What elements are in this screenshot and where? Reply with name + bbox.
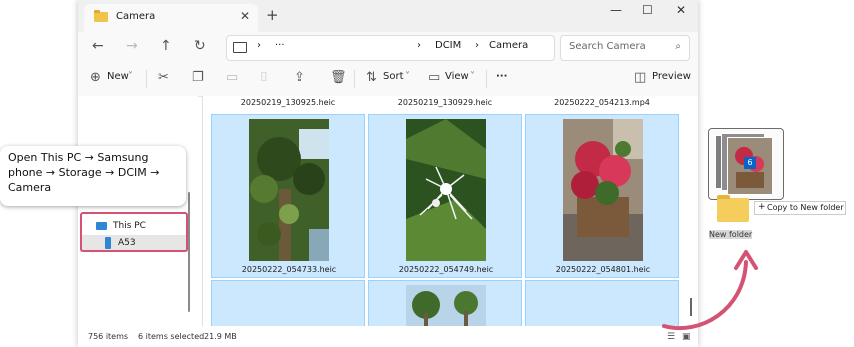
- file-tile[interactable]: 20250222_054749.heic: [368, 114, 522, 278]
- drag-arrow-icon: [662, 250, 758, 331]
- view-button[interactable]: View: [445, 71, 469, 82]
- back-button[interactable]: ←: [92, 38, 104, 54]
- file-name: 20250222_054749.heic: [398, 265, 494, 274]
- folder-icon: [94, 10, 108, 22]
- close-button[interactable]: ✕: [676, 3, 686, 17]
- search-input[interactable]: Search Camera: [569, 41, 646, 52]
- new-tab-button[interactable]: +: [266, 6, 279, 24]
- copy-tooltip-text: Copy to New folder: [767, 203, 844, 212]
- selected-size: 21.9 MB: [204, 332, 237, 341]
- tab-title: Camera: [116, 11, 156, 22]
- maximize-button[interactable]: ☐: [642, 3, 653, 17]
- copy-icon[interactable]: ❐: [192, 70, 204, 85]
- address-bar[interactable]: › ··· › DCIM › Camera: [226, 35, 555, 61]
- plus-icon: ⊕: [90, 70, 101, 85]
- chevron-down-icon: ˅: [405, 71, 410, 82]
- flower-photo: [406, 119, 486, 261]
- paste-icon[interactable]: ▭: [226, 70, 238, 85]
- address-bar-row: ← → ↑ ↻ › ··· › DCIM › Camera Search Cam…: [78, 32, 698, 62]
- chevron-right-icon: ›: [257, 40, 261, 51]
- file-name: 20250222_054213.mp4: [554, 98, 650, 107]
- file-tile[interactable]: [368, 280, 522, 326]
- photo-thumbnail: [406, 119, 486, 261]
- file-name: 20250219_130929.heic: [397, 98, 493, 107]
- file-name: 20250222_054801.heic: [555, 265, 651, 274]
- view-icon: ▭: [428, 70, 441, 85]
- photo-thumbnail: [249, 119, 329, 261]
- file-grid: 20250219_130925.heic 20250219_130929.hei…: [203, 96, 698, 326]
- folder-icon[interactable]: [717, 195, 749, 222]
- chevron-right-icon: ›: [475, 40, 479, 51]
- drag-preview: 6: [708, 128, 784, 200]
- breadcrumb-dcim[interactable]: DCIM: [435, 40, 461, 51]
- cut-icon[interactable]: ✂: [158, 70, 169, 85]
- nav-highlight-box: [80, 212, 188, 252]
- new-folder-label[interactable]: New folder: [709, 230, 753, 239]
- delete-icon[interactable]: 🗑: [330, 70, 347, 85]
- plus-icon: +: [758, 202, 766, 212]
- more-options-button[interactable]: ···: [496, 71, 507, 82]
- chevron-down-icon: ˅: [470, 71, 475, 82]
- palm-photo: [249, 119, 329, 261]
- nav-scrollbar[interactable]: [188, 192, 190, 312]
- chevron-down-icon: ˅: [128, 71, 133, 82]
- photo-thumbnail: [563, 119, 643, 261]
- file-tile[interactable]: 20250222_054801.heic: [525, 114, 679, 278]
- instruction-callout: Open This PC → Samsung phone → Storage →…: [0, 146, 186, 206]
- new-button[interactable]: New: [107, 71, 129, 82]
- chevron-right-icon: ›: [417, 40, 421, 51]
- search-icon: ⌕: [675, 41, 681, 52]
- bougainvillea-photo: [563, 119, 643, 261]
- refresh-button[interactable]: ↻: [194, 38, 206, 54]
- file-name: 20250222_054733.heic: [241, 265, 337, 274]
- preview-pane-icon: ◫: [634, 70, 647, 85]
- command-bar: ⊕ New ˅ ✂ ❐ ▭ ⌷ ⇪ 🗑 ⇅ Sort ˅ ▭ View ˅ ··…: [78, 62, 698, 97]
- divider: [354, 70, 355, 88]
- divider: [486, 70, 487, 88]
- palm-row-photo: [406, 285, 486, 326]
- status-bar: 756 items 6 items selected 21.9 MB ☰ ▣: [78, 326, 698, 347]
- rename-icon[interactable]: ⌷: [260, 70, 268, 85]
- forward-button[interactable]: →: [126, 38, 138, 54]
- navigation-pane: This PC A53: [78, 96, 198, 326]
- photo-thumbnail: [406, 285, 486, 326]
- file-tile[interactable]: [525, 280, 679, 326]
- item-count: 756 items: [88, 332, 129, 341]
- search-box[interactable]: Search Camera ⌕: [560, 35, 690, 61]
- file-tile[interactable]: [211, 280, 365, 326]
- up-button[interactable]: ↑: [160, 38, 172, 54]
- selected-count: 6 items selected: [138, 332, 205, 341]
- breadcrumb-overflow[interactable]: ···: [275, 40, 285, 51]
- tab-camera[interactable]: Camera ✕: [84, 4, 258, 32]
- file-name: 20250219_130925.heic: [240, 98, 336, 107]
- callout-text: Open This PC → Samsung phone → Storage →…: [8, 151, 160, 194]
- breadcrumb-camera[interactable]: Camera: [489, 40, 528, 51]
- tab-close-button[interactable]: ✕: [240, 9, 250, 23]
- copy-tooltip: + Copy to New folder: [754, 201, 846, 215]
- share-icon[interactable]: ⇪: [294, 70, 305, 85]
- selection-count-badge: 6: [744, 157, 756, 169]
- minimize-button[interactable]: —: [610, 3, 622, 17]
- title-bar: Camera ✕ + — ☐ ✕: [78, 0, 698, 32]
- sort-button[interactable]: Sort: [383, 71, 404, 82]
- divider: [146, 70, 147, 88]
- file-tile[interactable]: 20250222_054733.heic: [211, 114, 365, 278]
- computer-icon: [233, 42, 247, 53]
- sort-icon: ⇅: [366, 70, 377, 85]
- preview-button[interactable]: Preview: [652, 71, 691, 82]
